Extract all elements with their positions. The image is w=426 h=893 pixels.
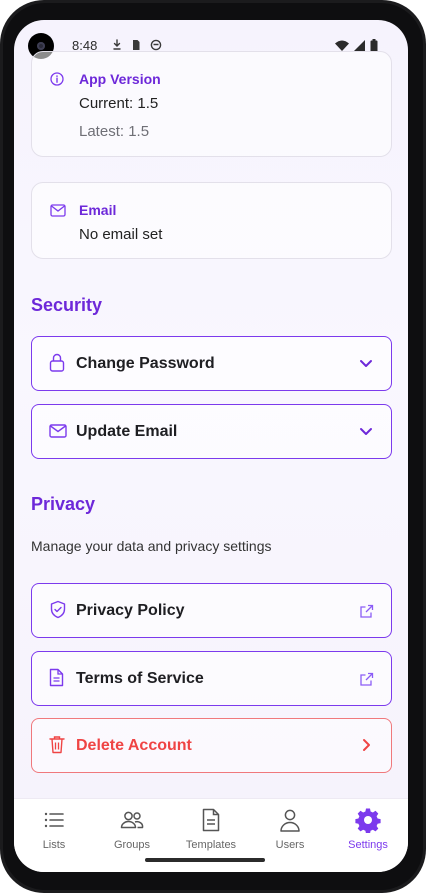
bottom-navigation: Lists Groups Templates Users Settings bbox=[14, 798, 408, 872]
nav-lists[interactable]: Lists bbox=[19, 807, 89, 851]
info-icon bbox=[50, 72, 64, 86]
external-link-icon[interactable] bbox=[359, 672, 374, 687]
wifi-icon bbox=[335, 40, 349, 51]
signal-icon bbox=[354, 40, 365, 51]
nav-settings[interactable]: Settings bbox=[333, 807, 403, 851]
terms-of-service-label: Terms of Service bbox=[76, 670, 204, 687]
update-email-row[interactable]: Update Email bbox=[31, 404, 392, 459]
delete-account-row[interactable]: Delete Account bbox=[31, 718, 392, 773]
chevron-right-icon[interactable] bbox=[358, 737, 374, 753]
external-link-icon[interactable] bbox=[359, 604, 374, 619]
status-notification-icons bbox=[112, 39, 162, 51]
app-version-latest: Latest: 1.5 bbox=[79, 123, 150, 140]
chevron-down-icon[interactable] bbox=[358, 423, 374, 439]
email-card-value: No email set bbox=[79, 226, 163, 243]
mail-icon bbox=[49, 424, 67, 438]
sd-card-icon bbox=[133, 40, 140, 50]
settings-gear-icon bbox=[355, 808, 381, 833]
app-version-title: App Version bbox=[79, 71, 161, 87]
nav-users[interactable]: Users bbox=[255, 807, 325, 851]
groups-icon bbox=[120, 811, 144, 829]
app-version-card: App Version Current: 1.5 Latest: 1.5 bbox=[31, 51, 392, 157]
nav-templates-label: Templates bbox=[185, 839, 237, 851]
email-card-title: Email bbox=[79, 202, 117, 218]
screen: 8:48 App Version Current: 1.5 Latest: 1.… bbox=[14, 20, 408, 872]
privacy-section-description: Manage your data and privacy settings bbox=[31, 538, 272, 554]
document-icon bbox=[49, 668, 64, 687]
security-section-title: Security bbox=[31, 295, 103, 315]
nav-lists-label: Lists bbox=[42, 839, 66, 851]
nav-users-label: Users bbox=[275, 839, 305, 851]
mail-icon bbox=[50, 204, 66, 217]
app-version-current: Current: 1.5 bbox=[79, 95, 159, 112]
nav-groups[interactable]: Groups bbox=[97, 807, 167, 851]
phone-frame: 8:48 App Version Current: 1.5 Latest: 1.… bbox=[0, 0, 426, 893]
change-password-label: Change Password bbox=[76, 355, 215, 372]
templates-icon bbox=[202, 808, 220, 832]
nav-templates[interactable]: Templates bbox=[176, 807, 246, 851]
privacy-policy-row[interactable]: Privacy Policy bbox=[31, 583, 392, 638]
lock-icon bbox=[49, 353, 65, 372]
user-icon bbox=[280, 809, 300, 832]
download-notification-icon bbox=[113, 39, 121, 50]
update-email-label: Update Email bbox=[76, 423, 178, 440]
app-notification-icon bbox=[150, 39, 162, 51]
privacy-section-title: Privacy bbox=[31, 494, 96, 514]
list-icon bbox=[44, 812, 64, 828]
terms-of-service-row[interactable]: Terms of Service bbox=[31, 651, 392, 706]
email-card: Email No email set bbox=[31, 182, 392, 259]
change-password-row[interactable]: Change Password bbox=[31, 336, 392, 391]
trash-icon bbox=[49, 736, 65, 754]
delete-account-label: Delete Account bbox=[76, 737, 192, 754]
privacy-policy-label: Privacy Policy bbox=[76, 602, 185, 619]
shield-check-icon bbox=[50, 600, 66, 619]
nav-settings-label: Settings bbox=[348, 839, 388, 851]
home-indicator[interactable] bbox=[145, 858, 265, 862]
chevron-down-icon[interactable] bbox=[358, 355, 374, 371]
nav-groups-label: Groups bbox=[113, 839, 151, 851]
